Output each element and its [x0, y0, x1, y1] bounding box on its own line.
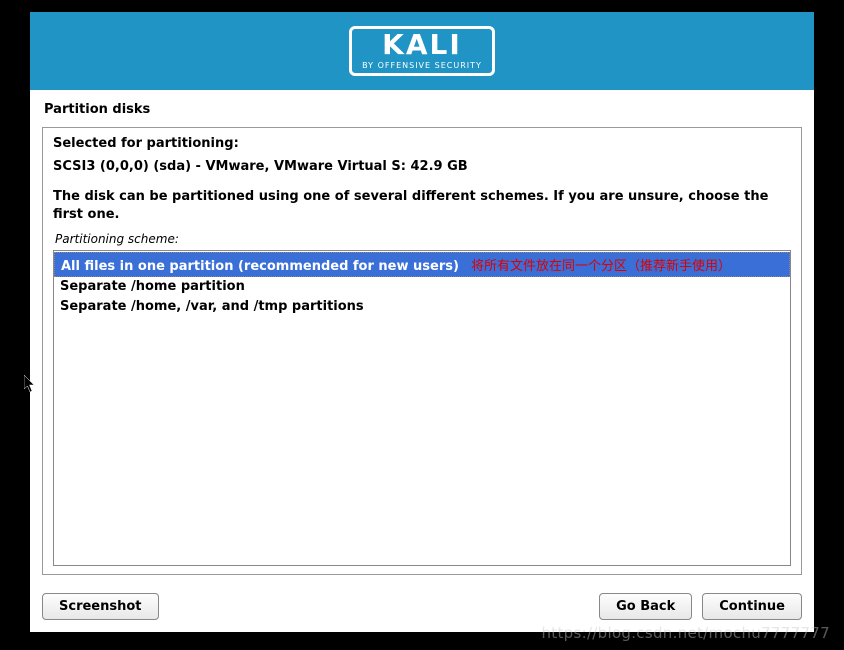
kali-logo: KALI BY OFFENSIVE SECURITY — [349, 26, 495, 76]
content-area: Partition disks Selected for partitionin… — [30, 90, 814, 583]
instruction-text: The disk can be partitioned using one of… — [53, 188, 791, 224]
option-all-in-one[interactable]: All files in one partition (recommended … — [54, 252, 790, 277]
header-banner: KALI BY OFFENSIVE SECURITY — [30, 12, 814, 90]
option-separate-home-var-tmp[interactable]: Separate /home, /var, and /tmp partition… — [54, 297, 790, 317]
option-label: Separate /home, /var, and /tmp partition… — [60, 299, 364, 314]
option-annotation: 将所有文件放在同一个分区（推荐新手使用） — [471, 255, 731, 274]
go-back-button[interactable]: Go Back — [599, 593, 692, 620]
partitioning-scheme-label: Partitioning scheme: — [53, 232, 791, 246]
screenshot-button[interactable]: Screenshot — [42, 593, 159, 620]
continue-button[interactable]: Continue — [702, 593, 802, 620]
partitioning-scheme-list[interactable]: All files in one partition (recommended … — [53, 250, 791, 566]
option-label: All files in one partition (recommended … — [61, 259, 459, 274]
nav-buttons: Go Back Continue — [599, 593, 802, 620]
logo-subtitle: BY OFFENSIVE SECURITY — [362, 61, 482, 70]
logo-text: KALI — [382, 31, 462, 59]
main-panel: Selected for partitioning: SCSI3 (0,0,0)… — [42, 127, 802, 575]
selected-for-partitioning-label: Selected for partitioning: — [53, 136, 791, 151]
option-separate-home[interactable]: Separate /home partition — [54, 277, 790, 297]
option-label: Separate /home partition — [60, 279, 245, 294]
installer-window: KALI BY OFFENSIVE SECURITY Partition dis… — [30, 12, 814, 632]
disk-info: SCSI3 (0,0,0) (sda) - VMware, VMware Vir… — [53, 159, 791, 174]
page-title: Partition disks — [42, 102, 802, 117]
button-row: Screenshot Go Back Continue — [30, 583, 814, 632]
